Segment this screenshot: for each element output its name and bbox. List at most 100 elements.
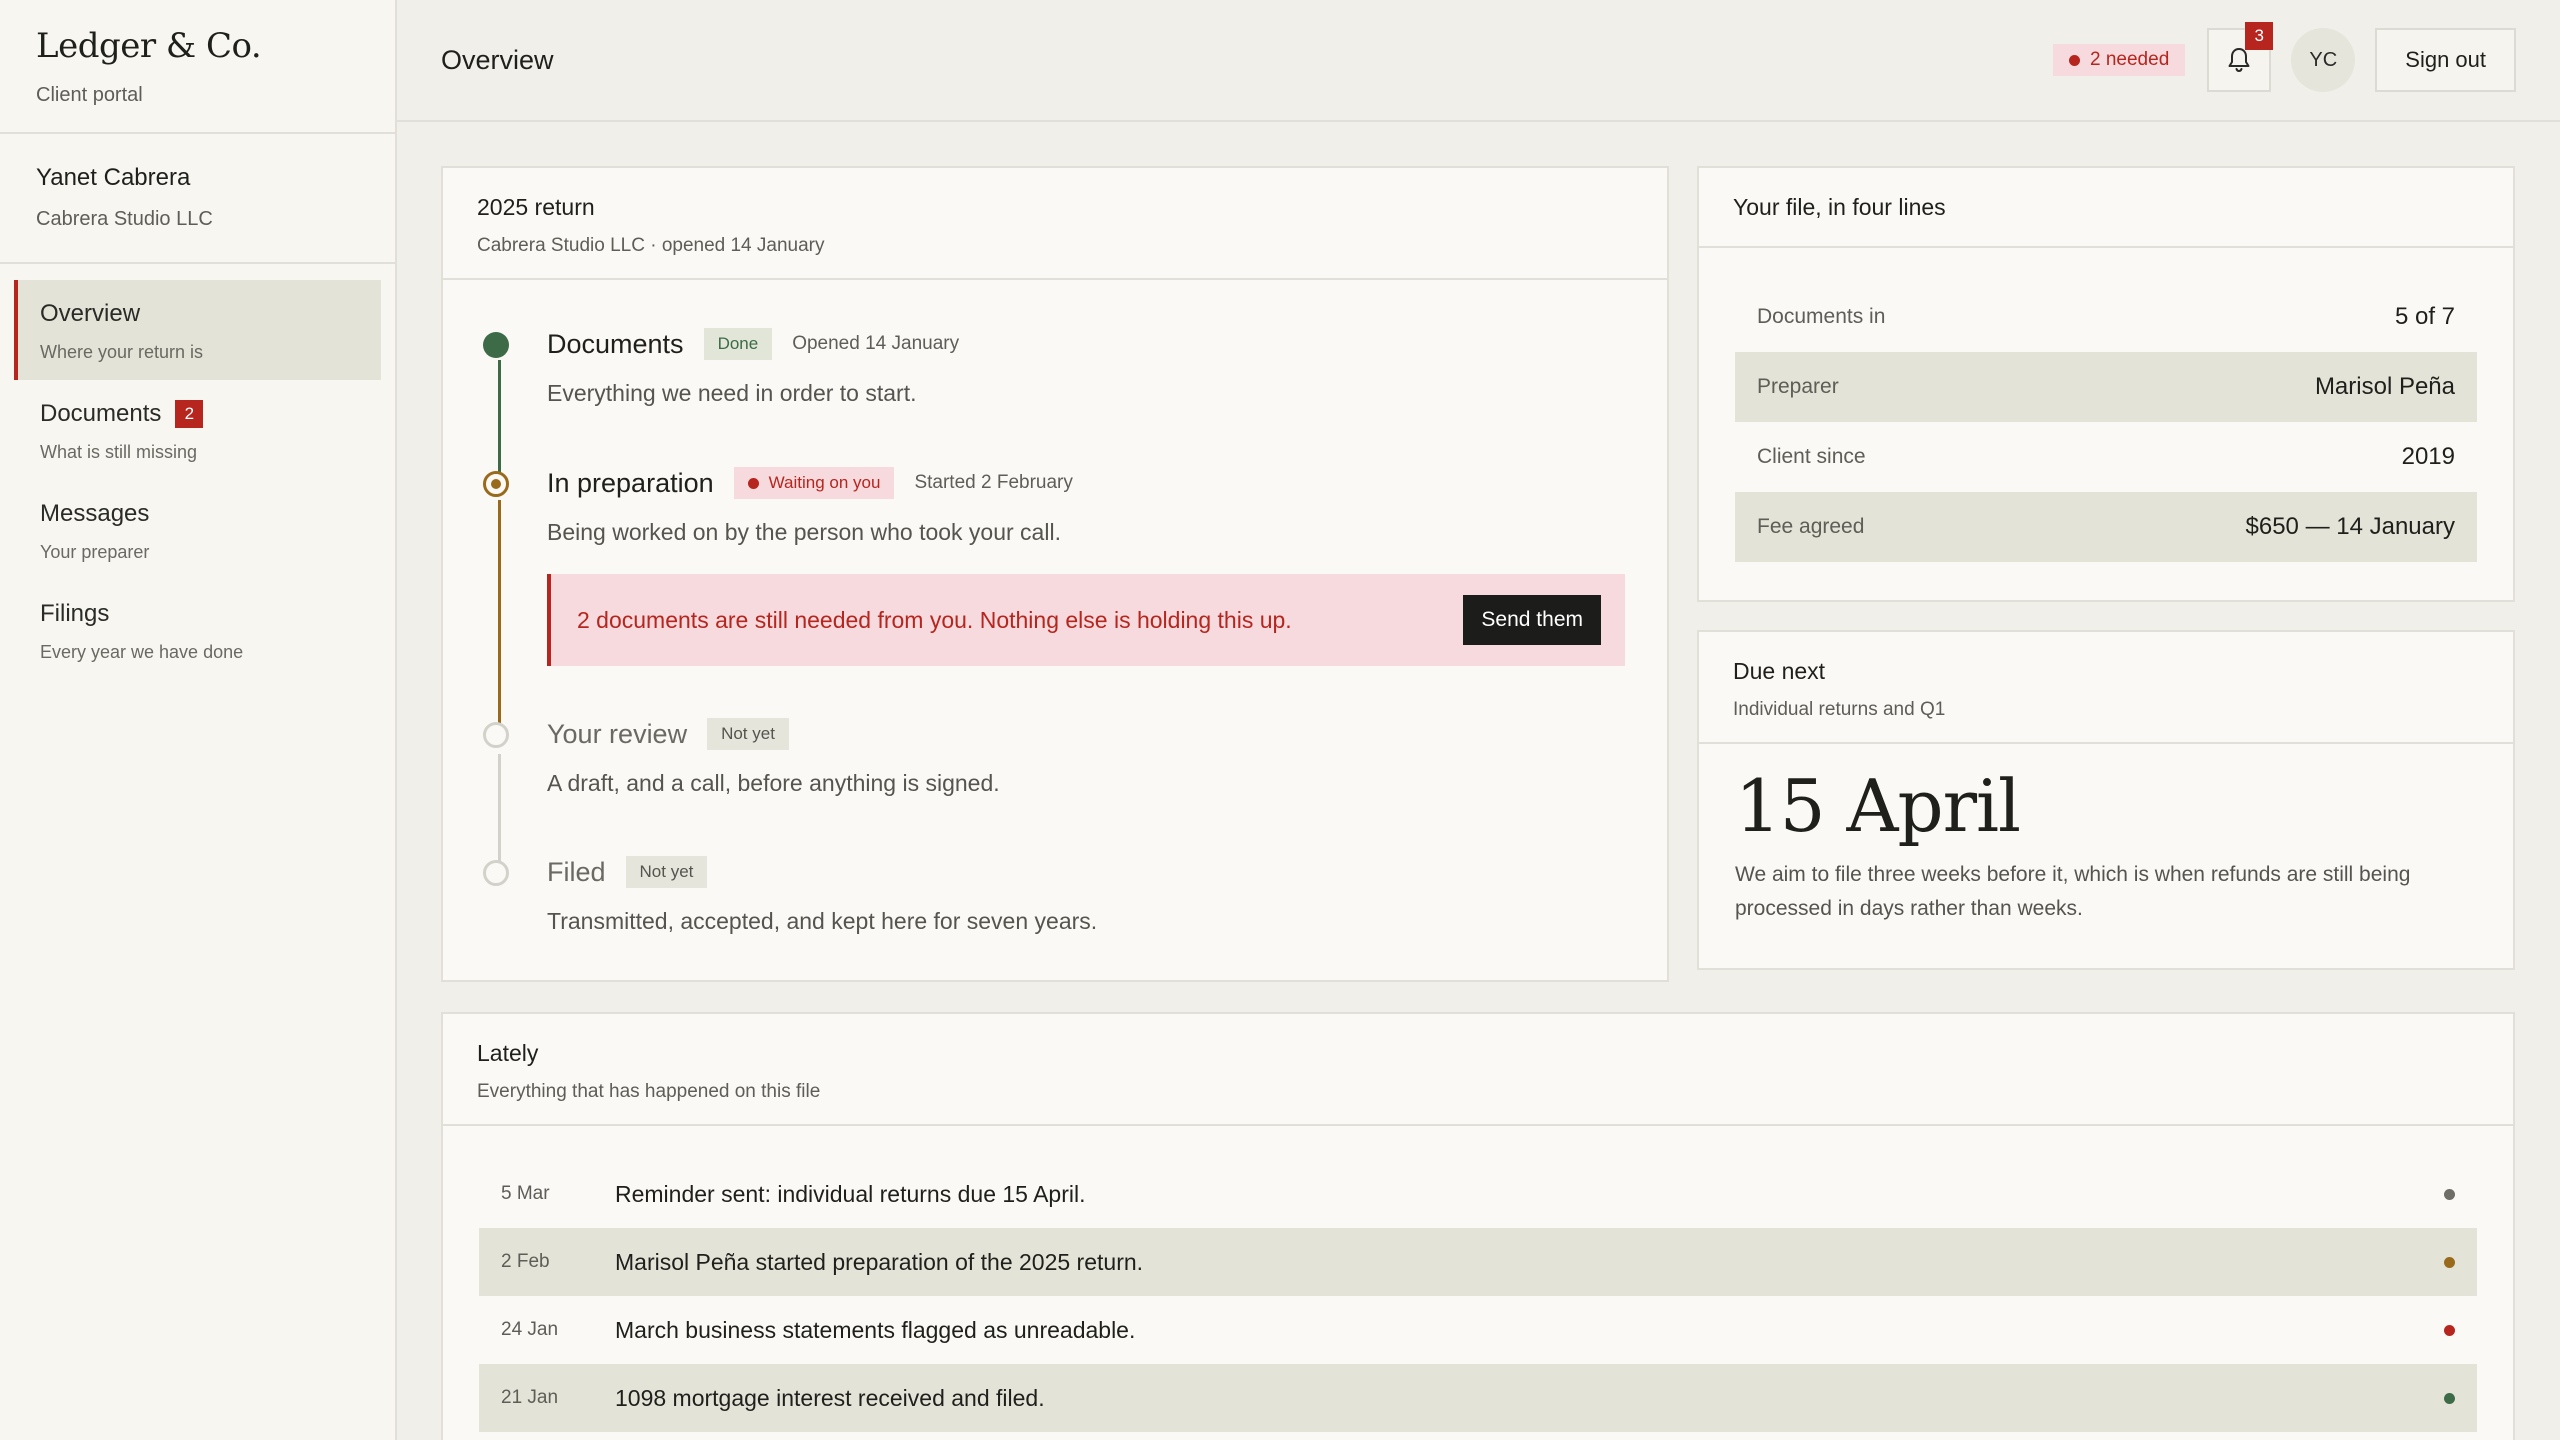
summary-value: 5 of 7	[2394, 303, 2455, 330]
activity-row[interactable]: 21 Jan 1098 mortgage interest received a…	[479, 1364, 2477, 1432]
sidebar-item-label-text: Messages	[40, 500, 150, 527]
activity-list: 5 Mar Reminder sent: individual returns …	[443, 1126, 2513, 1432]
stage-status-tag: Not yet	[625, 856, 708, 888]
stage-name: Documents	[547, 328, 684, 359]
stage-description: A draft, and a call, before anything is …	[547, 770, 1000, 796]
activity-date: 2 Feb	[501, 1251, 550, 1272]
status-dot-icon	[747, 477, 759, 489]
stage-documents: Documents Done Opened 14 January Everyth…	[483, 326, 1627, 465]
summary-row: Client since 2019	[1735, 422, 2477, 492]
activity-date: 21 Jan	[501, 1387, 559, 1408]
stage-status-tag: Waiting on you	[733, 467, 895, 499]
due-next-card: Due next Individual returns and Q1 15 Ap…	[1697, 630, 2515, 970]
activity-status-dot-icon	[2444, 1324, 2455, 1336]
client-info: Yanet Cabrera Cabrera Studio LLC	[0, 134, 395, 264]
due-description: We aim to file three weeks before it, wh…	[1735, 863, 2411, 920]
summary-key: Fee agreed	[1757, 515, 1865, 538]
needed-status-text: 2 needed	[2090, 49, 2170, 70]
stage-in-preparation: In preparation Waiting on you Started 2 …	[483, 465, 1627, 716]
due-card-title: Due next	[1733, 658, 1826, 684]
due-card-subtitle: Individual returns and Q1	[1733, 699, 1946, 720]
avatar[interactable]: YC	[2291, 28, 2356, 92]
client-name: Yanet Cabrera	[36, 164, 191, 191]
stage-name: In preparation	[547, 467, 714, 498]
return-status-card: 2025 return Cabrera Studio LLC · opened …	[441, 166, 1669, 982]
activity-row[interactable]: 5 Mar Reminder sent: individual returns …	[479, 1160, 2477, 1228]
stage-your-review: Your review Not yet A draft, and a call,…	[483, 716, 1627, 854]
sidebar-item-label: Messages	[40, 500, 359, 528]
summary-key: Documents in	[1757, 305, 1886, 328]
activity-date: 5 Mar	[501, 1183, 550, 1204]
stage-header: Your review Not yet	[547, 716, 1627, 752]
stage-pending-icon	[483, 722, 509, 748]
sidebar-item-label-text: Documents	[40, 400, 162, 427]
sidebar-item-label: Documents 2	[40, 400, 359, 428]
brand-name: Ledger & Co.	[36, 26, 262, 66]
sidebar-nav: Overview Where your return is Documents …	[0, 264, 395, 680]
stage-status-text: Waiting on you	[768, 473, 881, 492]
sidebar-item-sub: Where your return is	[40, 342, 204, 362]
stage-name: Your review	[547, 718, 688, 749]
summary-row: Documents in 5 of 7	[1735, 282, 2477, 352]
notifications-button[interactable]: 3	[2207, 22, 2274, 92]
sidebar-item-label-text: Overview	[40, 300, 141, 327]
stage-name: Filed	[547, 856, 606, 887]
return-card-subtitle: Cabrera Studio LLC · opened 14 January	[477, 235, 825, 256]
send-documents-button[interactable]: Send them	[1463, 595, 1601, 645]
top-header: Overview 2 needed 3 YC Sign out	[397, 0, 2560, 122]
activity-text: Reminder sent: individual returns due 15…	[615, 1180, 1086, 1207]
brand: Ledger & Co. Client portal	[0, 0, 395, 134]
sidebar-item-documents[interactable]: Documents 2 What is still missing	[14, 380, 381, 480]
sidebar-item-overview[interactable]: Overview Where your return is	[14, 280, 381, 380]
file-summary-list: Documents in 5 of 7 Preparer Marisol Peñ…	[1699, 248, 2513, 562]
stage-description: Everything we need in order to start.	[547, 380, 917, 406]
activity-text: March business statements flagged as unr…	[615, 1316, 1136, 1343]
return-card-title: 2025 return	[477, 194, 595, 220]
return-card-header: 2025 return Cabrera Studio LLC · opened …	[443, 168, 1667, 280]
activity-card-title: Lately	[477, 1040, 539, 1066]
stage-header: In preparation Waiting on you Started 2 …	[547, 465, 1627, 501]
page-title: Overview	[441, 44, 554, 75]
stage-date: Opened 14 January	[792, 333, 960, 354]
stage-pending-icon	[483, 860, 509, 886]
alert-text: 2 documents are still needed from you. N…	[577, 606, 1292, 633]
summary-row: Fee agreed $650 — 14 January	[1735, 492, 2477, 562]
summary-value: Marisol Peña	[2314, 373, 2455, 400]
sidebar-item-filings[interactable]: Filings Every year we have done	[14, 580, 381, 680]
summary-key: Preparer	[1757, 375, 1839, 398]
activity-date: 24 Jan	[501, 1319, 559, 1340]
file-summary-card: Your file, in four lines Documents in 5 …	[1697, 166, 2515, 602]
sidebar: Ledger & Co. Client portal Yanet Cabrera…	[0, 0, 397, 1440]
activity-text: Marisol Peña started preparation of the …	[615, 1248, 1144, 1275]
stage-description: Transmitted, accepted, and kept here for…	[547, 908, 1098, 934]
activity-status-dot-icon	[2444, 1392, 2455, 1404]
documents-count-badge: 2	[175, 400, 204, 428]
sign-out-button[interactable]: Sign out	[2375, 28, 2516, 92]
activity-row[interactable]: 24 Jan March business statements flagged…	[479, 1296, 2477, 1364]
stage-description: Being worked on by the person who took y…	[547, 519, 1061, 545]
brand-subtitle: Client portal	[36, 84, 143, 106]
notification-count-badge: 3	[2245, 22, 2274, 50]
activity-status-dot-icon	[2444, 1256, 2455, 1268]
activity-status-dot-icon	[2444, 1188, 2455, 1200]
stage-header: Filed Not yet	[547, 854, 1627, 890]
activity-card: Lately Everything that has happened on t…	[441, 1012, 2515, 1440]
stage-status-tag: Not yet	[707, 718, 789, 750]
file-card-header: Your file, in four lines	[1699, 168, 2513, 248]
client-company: Cabrera Studio LLC	[36, 208, 213, 230]
sidebar-item-sub: What is still missing	[40, 442, 198, 462]
summary-key: Client since	[1757, 445, 1866, 468]
activity-card-header: Lately Everything that has happened on t…	[443, 1014, 2513, 1126]
needed-status-badge[interactable]: 2 needed	[2053, 44, 2186, 76]
due-date: 15 April	[1735, 764, 2021, 848]
activity-row[interactable]: 2 Feb Marisol Peña started preparation o…	[479, 1228, 2477, 1296]
sidebar-item-label: Filings	[40, 600, 359, 628]
stage-complete-icon	[483, 332, 509, 358]
activity-text: 1098 mortgage interest received and file…	[615, 1384, 1045, 1411]
stage-filed: Filed Not yet Transmitted, accepted, and…	[483, 854, 1627, 935]
stage-in-progress-dot	[491, 479, 501, 489]
sidebar-item-messages[interactable]: Messages Your preparer	[14, 480, 381, 580]
return-timeline: Documents Done Opened 14 January Everyth…	[443, 280, 1667, 935]
summary-value: $650 — 14 January	[2245, 513, 2455, 540]
summary-value: 2019	[2401, 443, 2455, 470]
